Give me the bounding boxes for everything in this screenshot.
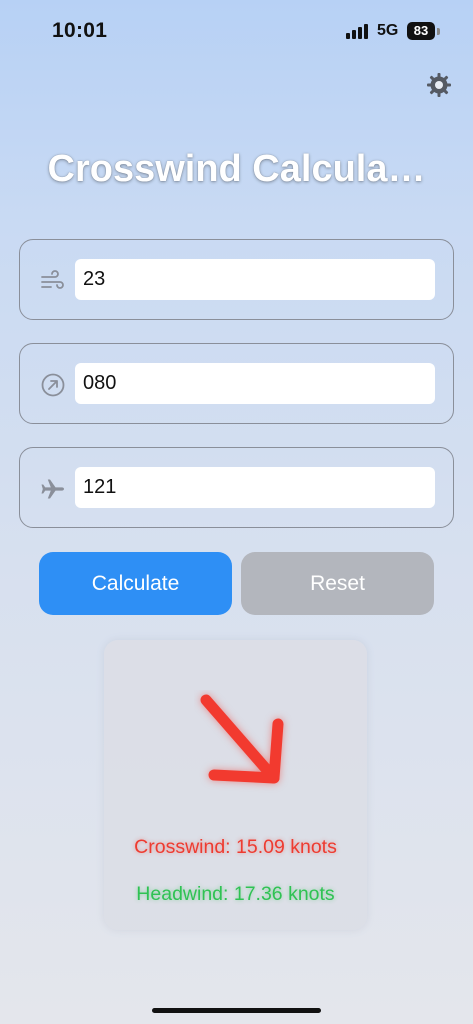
wind-direction-arrow-icon bbox=[200, 694, 284, 784]
cellular-signal-icon bbox=[346, 24, 370, 39]
direction-arrow-icon bbox=[41, 373, 65, 397]
wind-direction-field bbox=[19, 343, 454, 424]
page-title: Crosswind Calcula… bbox=[47, 148, 426, 190]
airplane-icon bbox=[41, 479, 64, 499]
network-type: 5G bbox=[377, 22, 399, 39]
battery-tip bbox=[437, 28, 440, 35]
battery-icon: 83 bbox=[407, 22, 435, 40]
status-bar: 10:01 5G 83 bbox=[0, 0, 473, 60]
calculate-button[interactable]: Calculate bbox=[39, 552, 232, 615]
wind-direction-input[interactable] bbox=[75, 363, 435, 404]
wind-speed-field bbox=[19, 239, 454, 320]
gear-icon bbox=[427, 73, 451, 97]
headwind-result: Headwind: 17.36 knots bbox=[136, 883, 335, 905]
runway-heading-field bbox=[19, 447, 454, 528]
reset-button[interactable]: Reset bbox=[241, 552, 434, 615]
status-time: 10:01 bbox=[52, 19, 108, 42]
settings-button[interactable] bbox=[425, 71, 453, 99]
result-card: Crosswind: 15.09 knots Headwind: 17.36 k… bbox=[104, 640, 367, 930]
wind-speed-input[interactable] bbox=[75, 259, 435, 300]
home-indicator[interactable] bbox=[152, 1008, 321, 1013]
wind-icon bbox=[41, 270, 64, 289]
runway-heading-input[interactable] bbox=[75, 467, 435, 508]
crosswind-result: Crosswind: 15.09 knots bbox=[134, 836, 337, 858]
